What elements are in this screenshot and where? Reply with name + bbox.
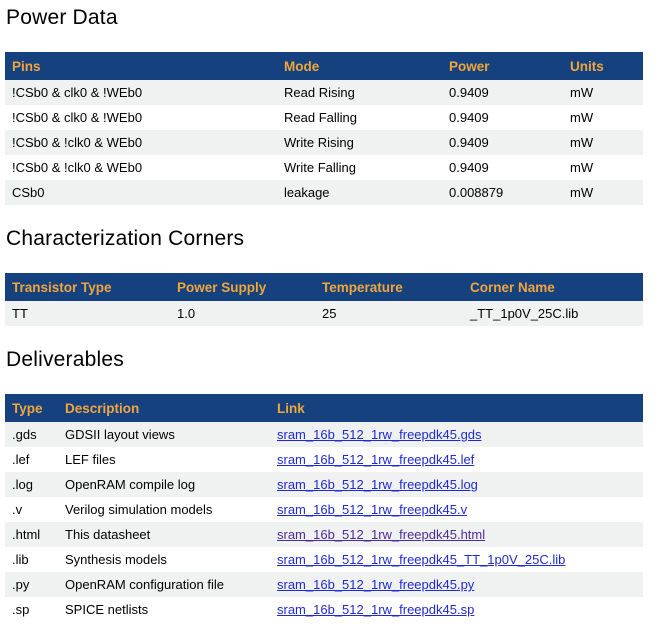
cell-description: SPICE netlists	[58, 597, 270, 622]
table-row: !CSb0 & clk0 & !WEb0 Read Rising 0.9409 …	[5, 80, 643, 105]
cell-link: sram_16b_512_1rw_freepdk45.v	[270, 497, 643, 522]
cell-type: .html	[5, 522, 58, 547]
cell-type: .lib	[5, 547, 58, 572]
deliverable-link-sp[interactable]: sram_16b_512_1rw_freepdk45.sp	[277, 602, 474, 617]
cell-power: 0.9409	[442, 130, 563, 155]
table-row: TT 1.0 25 _TT_1p0V_25C.lib	[5, 301, 643, 326]
characterization-corners-table: Transistor Type Power Supply Temperature…	[5, 273, 643, 326]
cell-pins: CSb0	[5, 180, 277, 205]
cell-corner-name: _TT_1p0V_25C.lib	[463, 301, 643, 326]
cell-power: 0.9409	[442, 155, 563, 180]
cell-description: This datasheet	[58, 522, 270, 547]
cell-pins: !CSb0 & !clk0 & WEb0	[5, 155, 277, 180]
column-header-description: Description	[58, 394, 270, 422]
cell-type: .sp	[5, 597, 58, 622]
table-row: .gds GDSII layout views sram_16b_512_1rw…	[5, 422, 643, 447]
table-row: !CSb0 & !clk0 & WEb0 Write Rising 0.9409…	[5, 130, 643, 155]
cell-type: .py	[5, 572, 58, 597]
column-header-pins: Pins	[5, 52, 277, 80]
deliverable-link-lib[interactable]: sram_16b_512_1rw_freepdk45_TT_1p0V_25C.l…	[277, 552, 565, 567]
cell-link: sram_16b_512_1rw_freepdk45.html	[270, 522, 643, 547]
table-row: .lib Synthesis models sram_16b_512_1rw_f…	[5, 547, 643, 572]
cell-link: sram_16b_512_1rw_freepdk45.sp	[270, 597, 643, 622]
table-row: .sp SPICE netlists sram_16b_512_1rw_free…	[5, 597, 643, 622]
deliverable-link-html[interactable]: sram_16b_512_1rw_freepdk45.html	[277, 527, 485, 542]
cell-type: .v	[5, 497, 58, 522]
cell-pins: !CSb0 & clk0 & !WEb0	[5, 80, 277, 105]
cell-transistor-type: TT	[5, 301, 170, 326]
cell-units: mW	[563, 180, 643, 205]
table-row: .html This datasheet sram_16b_512_1rw_fr…	[5, 522, 643, 547]
cell-units: mW	[563, 105, 643, 130]
deliverables-table: Type Description Link .gds GDSII layout …	[5, 394, 643, 622]
power-data-title: Power Data	[6, 6, 660, 30]
column-header-power-supply: Power Supply	[170, 273, 315, 301]
column-header-transistor-type: Transistor Type	[5, 273, 170, 301]
column-header-corner-name: Corner Name	[463, 273, 643, 301]
table-row: CSb0 leakage 0.008879 mW	[5, 180, 643, 205]
deliverable-link-v[interactable]: sram_16b_512_1rw_freepdk45.v	[277, 502, 467, 517]
cell-link: sram_16b_512_1rw_freepdk45.log	[270, 472, 643, 497]
cell-units: mW	[563, 130, 643, 155]
cell-description: Synthesis models	[58, 547, 270, 572]
cell-type: .log	[5, 472, 58, 497]
column-header-mode: Mode	[277, 52, 442, 80]
deliverables-header-row: Type Description Link	[5, 394, 643, 422]
table-row: .v Verilog simulation models sram_16b_51…	[5, 497, 643, 522]
cell-description: GDSII layout views	[58, 422, 270, 447]
cell-link: sram_16b_512_1rw_freepdk45_TT_1p0V_25C.l…	[270, 547, 643, 572]
cell-units: mW	[563, 155, 643, 180]
cell-description: OpenRAM configuration file	[58, 572, 270, 597]
table-row: !CSb0 & !clk0 & WEb0 Write Falling 0.940…	[5, 155, 643, 180]
table-row: .log OpenRAM compile log sram_16b_512_1r…	[5, 472, 643, 497]
deliverable-link-gds[interactable]: sram_16b_512_1rw_freepdk45.gds	[277, 427, 482, 442]
cell-type: .gds	[5, 422, 58, 447]
power-header-row: Pins Mode Power Units	[5, 52, 643, 80]
column-header-link: Link	[270, 394, 643, 422]
table-row: .lef LEF files sram_16b_512_1rw_freepdk4…	[5, 447, 643, 472]
deliverable-link-py[interactable]: sram_16b_512_1rw_freepdk45.py	[277, 577, 474, 592]
cell-power: 0.9409	[442, 80, 563, 105]
cell-mode: Read Falling	[277, 105, 442, 130]
cell-mode: Write Falling	[277, 155, 442, 180]
table-row: .py OpenRAM configuration file sram_16b_…	[5, 572, 643, 597]
cell-description: Verilog simulation models	[58, 497, 270, 522]
cell-units: mW	[563, 80, 643, 105]
cell-link: sram_16b_512_1rw_freepdk45.gds	[270, 422, 643, 447]
cell-temperature: 25	[315, 301, 463, 326]
column-header-temperature: Temperature	[315, 273, 463, 301]
column-header-type: Type	[5, 394, 58, 422]
datasheet-page: Power Data Pins Mode Power Units !CSb0 &…	[0, 0, 660, 622]
cell-pins: !CSb0 & clk0 & !WEb0	[5, 105, 277, 130]
characterization-corners-title: Characterization Corners	[6, 227, 660, 251]
deliverable-link-log[interactable]: sram_16b_512_1rw_freepdk45.log	[277, 477, 478, 492]
column-header-power: Power	[442, 52, 563, 80]
cell-power: 0.9409	[442, 105, 563, 130]
cell-mode: Write Rising	[277, 130, 442, 155]
power-data-table: Pins Mode Power Units !CSb0 & clk0 & !WE…	[5, 52, 643, 205]
cell-description: OpenRAM compile log	[58, 472, 270, 497]
cell-link: sram_16b_512_1rw_freepdk45.py	[270, 572, 643, 597]
deliverables-title: Deliverables	[6, 348, 660, 372]
cell-mode: Read Rising	[277, 80, 442, 105]
cell-power: 0.008879	[442, 180, 563, 205]
cell-description: LEF files	[58, 447, 270, 472]
cell-power-supply: 1.0	[170, 301, 315, 326]
table-row: !CSb0 & clk0 & !WEb0 Read Falling 0.9409…	[5, 105, 643, 130]
corners-header-row: Transistor Type Power Supply Temperature…	[5, 273, 643, 301]
cell-type: .lef	[5, 447, 58, 472]
cell-pins: !CSb0 & !clk0 & WEb0	[5, 130, 277, 155]
cell-mode: leakage	[277, 180, 442, 205]
cell-link: sram_16b_512_1rw_freepdk45.lef	[270, 447, 643, 472]
deliverable-link-lef[interactable]: sram_16b_512_1rw_freepdk45.lef	[277, 452, 474, 467]
column-header-units: Units	[563, 52, 643, 80]
